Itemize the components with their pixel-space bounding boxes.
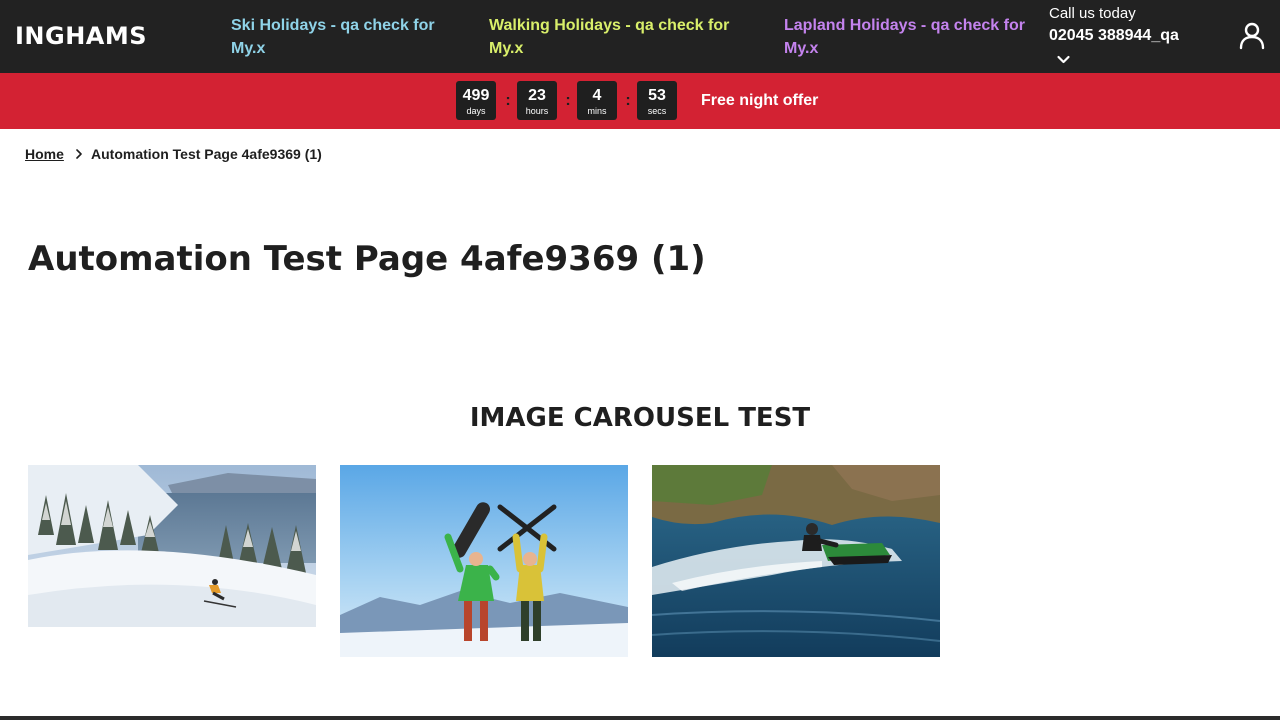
countdown-secs: 53 secs — [637, 81, 677, 120]
page-title: Automation Test Page 4afe9369 (1) — [28, 239, 706, 279]
carousel-image-skiers[interactable] — [340, 465, 628, 657]
free-night-offer-link[interactable]: Free night offer — [701, 91, 818, 111]
carousel-image-jetski[interactable] — [652, 465, 940, 657]
countdown-mins: 4 mins — [577, 81, 617, 120]
countdown-days-value: 499 — [462, 87, 490, 104]
skier-slope-image — [28, 465, 316, 627]
countdown-secs-unit: secs — [647, 106, 667, 116]
countdown-secs-value: 53 — [648, 87, 666, 104]
nav-walking-holidays[interactable]: Walking Holidays - qa check for My.x — [489, 14, 749, 60]
countdown-hours-unit: hours — [525, 106, 549, 116]
top-navigation: INGHAMS Ski Holidays - qa check for My.x… — [0, 0, 1280, 73]
carousel-image-skier[interactable] — [28, 465, 316, 627]
chevron-down-icon[interactable] — [1056, 53, 1071, 67]
carousel-title: IMAGE CAROUSEL TEST — [469, 403, 811, 433]
call-us-block: Call us today 02045 388944_qa — [1049, 4, 1219, 49]
countdown-separator: : — [565, 92, 571, 109]
countdown-separator: : — [625, 92, 631, 109]
inghams-logo[interactable]: INGHAMS — [15, 20, 147, 52]
phone-number[interactable]: 02045 388944_qa — [1049, 23, 1219, 49]
promo-banner: 499 days : 23 hours : 4 mins : 53 secs F… — [0, 73, 1280, 129]
countdown-hours: 23 hours — [517, 81, 557, 120]
countdown-hours-value: 23 — [528, 87, 546, 104]
breadcrumb-current: Automation Test Page 4afe9369 (1) — [91, 146, 322, 162]
user-icon[interactable] — [1239, 22, 1265, 50]
countdown-mins-value: 4 — [592, 87, 602, 104]
breadcrumb-home-link[interactable]: Home — [25, 145, 64, 163]
nav-ski-holidays[interactable]: Ski Holidays - qa check for My.x — [231, 14, 451, 60]
footer-edge — [0, 716, 1280, 720]
countdown-separator: : — [505, 92, 511, 109]
countdown-mins-unit: mins — [587, 106, 607, 116]
countdown-days-unit: days — [466, 106, 486, 116]
chevron-right-icon — [76, 149, 82, 159]
nav-lapland-holidays[interactable]: Lapland Holidays - qa check for My.x — [784, 14, 1034, 60]
jet-ski-image — [652, 465, 940, 657]
skiers-celebrating-image — [340, 465, 628, 657]
call-us-label: Call us today — [1049, 5, 1136, 22]
countdown-days: 499 days — [456, 81, 496, 120]
